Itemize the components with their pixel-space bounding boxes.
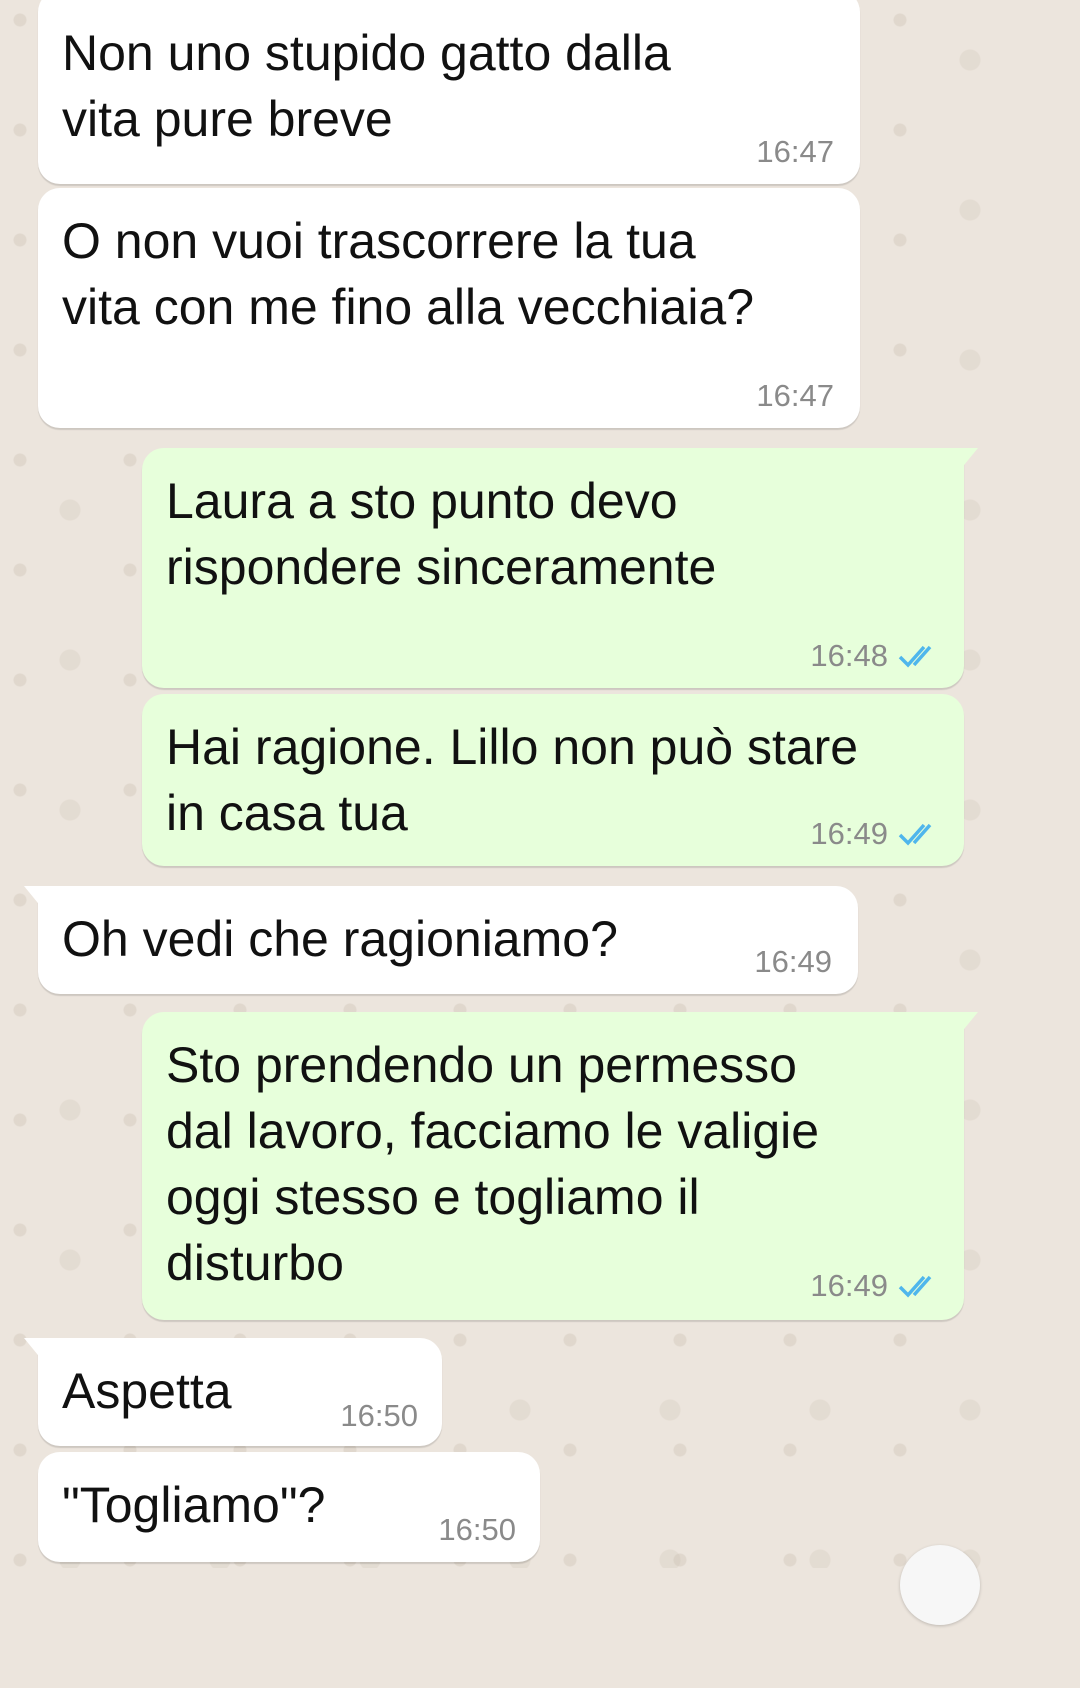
message-bubble-outgoing[interactable]: Laura a sto punto devo rispondere sincer… <box>142 448 978 688</box>
message-timestamp: 16:47 <box>756 378 834 413</box>
message-text: Laura a sto punto devo rispondere sincer… <box>166 473 717 595</box>
message-text: O non vuoi trascorrere la tua vita con m… <box>62 213 755 335</box>
message-timestamp: 16:50 <box>438 1512 516 1547</box>
message-timestamp: 16:48 <box>810 640 940 671</box>
message-text: Sto prendendo un permesso dal lavoro, fa… <box>166 1037 820 1291</box>
message-bubble-incoming[interactable]: O non vuoi trascorrere la tua vita con m… <box>38 188 860 428</box>
message-timestamp: 16:50 <box>340 1398 418 1433</box>
bubble-tail <box>24 886 54 908</box>
message-bubble-incoming[interactable]: Oh vedi che ragioniamo? 16:49 <box>24 886 858 994</box>
bubble-tail <box>948 448 978 470</box>
message-text: Aspetta <box>62 1363 232 1419</box>
message-bubble-outgoing[interactable]: Hai ragione. Lillo non può stare in casa… <box>142 694 964 866</box>
message-text: Non uno stupido gatto dalla vita pure br… <box>62 25 671 147</box>
bubble-tail <box>24 1338 54 1360</box>
message-timestamp: 16:49 <box>810 1270 940 1301</box>
message-text: "Togliamo"? <box>62 1477 326 1533</box>
double-check-icon <box>898 1275 932 1298</box>
bubble-tail <box>948 1012 978 1034</box>
double-check-icon <box>898 645 932 668</box>
message-text: Hai ragione. Lillo non può stare in casa… <box>166 719 859 841</box>
scroll-down-button[interactable] <box>900 1545 980 1625</box>
message-bubble-outgoing[interactable]: Sto prendendo un permesso dal lavoro, fa… <box>142 1012 978 1320</box>
message-text: Oh vedi che ragioniamo? <box>62 911 618 967</box>
message-bubble-incoming[interactable]: Aspetta 16:50 <box>24 1338 442 1446</box>
double-check-icon <box>898 823 932 846</box>
message-bubble-incoming[interactable]: "Togliamo"? 16:50 <box>38 1452 540 1562</box>
message-timestamp: 16:49 <box>754 944 832 979</box>
message-timestamp: 16:47 <box>756 134 834 169</box>
message-bubble-incoming[interactable]: Non uno stupido gatto dalla vita pure br… <box>38 0 860 184</box>
message-timestamp: 16:49 <box>810 818 940 849</box>
